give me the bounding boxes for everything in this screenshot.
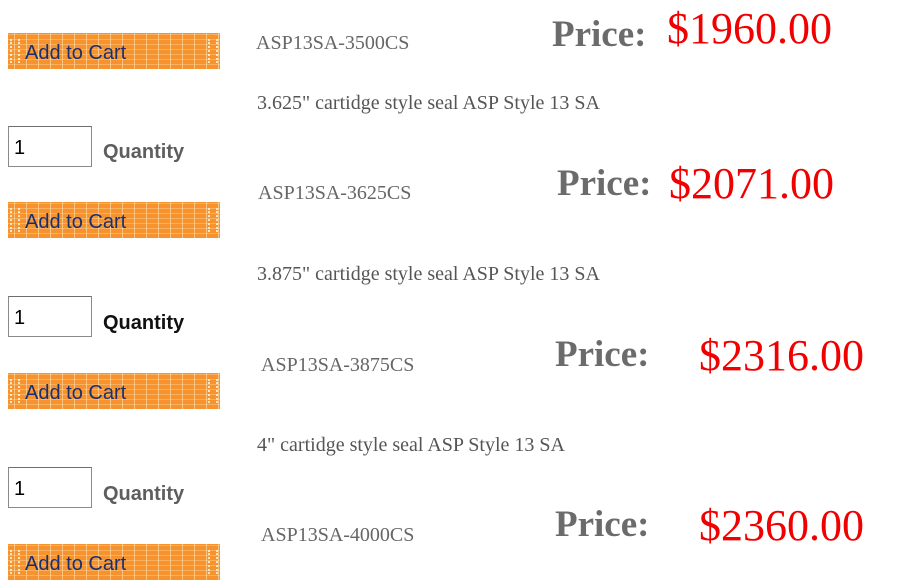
- quantity-label: Quantity: [103, 141, 185, 163]
- price-label: Price:: [552, 14, 647, 55]
- product-description: 3.875" cartidge style seal ASP Style 13 …: [257, 263, 600, 285]
- price-value: $2360.00: [699, 501, 864, 550]
- button-texture-left-icon: [10, 550, 20, 574]
- quantity-input[interactable]: [8, 126, 92, 167]
- add-to-cart-button[interactable]: Add to Cart: [8, 373, 220, 409]
- price-label: Price:: [557, 163, 652, 204]
- product-description: 4" cartidge style seal ASP Style 13 SA: [257, 434, 565, 456]
- add-to-cart-button[interactable]: Add to Cart: [8, 544, 220, 580]
- price-label: Price:: [555, 334, 650, 375]
- button-texture-right-icon: [208, 379, 218, 403]
- product-description: 3.625" cartidge style seal ASP Style 13 …: [257, 92, 600, 114]
- add-to-cart-label: Add to Cart: [25, 553, 127, 575]
- add-to-cart-label: Add to Cart: [25, 42, 127, 64]
- add-to-cart-button[interactable]: Add to Cart: [8, 33, 220, 69]
- add-to-cart-label: Add to Cart: [25, 382, 127, 404]
- price-value: $2316.00: [699, 331, 864, 380]
- button-texture-right-icon: [208, 550, 218, 574]
- add-to-cart-button[interactable]: Add to Cart: [8, 202, 220, 238]
- product-sku: ASP13SA-3875CS: [261, 354, 415, 376]
- button-texture-right-icon: [208, 208, 218, 232]
- product-sku: ASP13SA-3625CS: [258, 182, 412, 204]
- button-texture-right-icon: [208, 39, 218, 63]
- product-sku: ASP13SA-4000CS: [261, 524, 415, 546]
- price-value: $1960.00: [667, 4, 832, 53]
- button-texture-left-icon: [10, 208, 20, 232]
- quantity-input[interactable]: [8, 467, 92, 508]
- quantity-label: Quantity: [103, 312, 185, 334]
- price-value: $2071.00: [669, 159, 834, 208]
- button-texture-left-icon: [10, 39, 20, 63]
- price-label: Price:: [555, 504, 650, 545]
- add-to-cart-label: Add to Cart: [25, 211, 127, 233]
- quantity-label: Quantity: [103, 483, 185, 505]
- quantity-input[interactable]: [8, 296, 92, 337]
- button-texture-left-icon: [10, 379, 20, 403]
- product-sku: ASP13SA-3500CS: [256, 32, 410, 54]
